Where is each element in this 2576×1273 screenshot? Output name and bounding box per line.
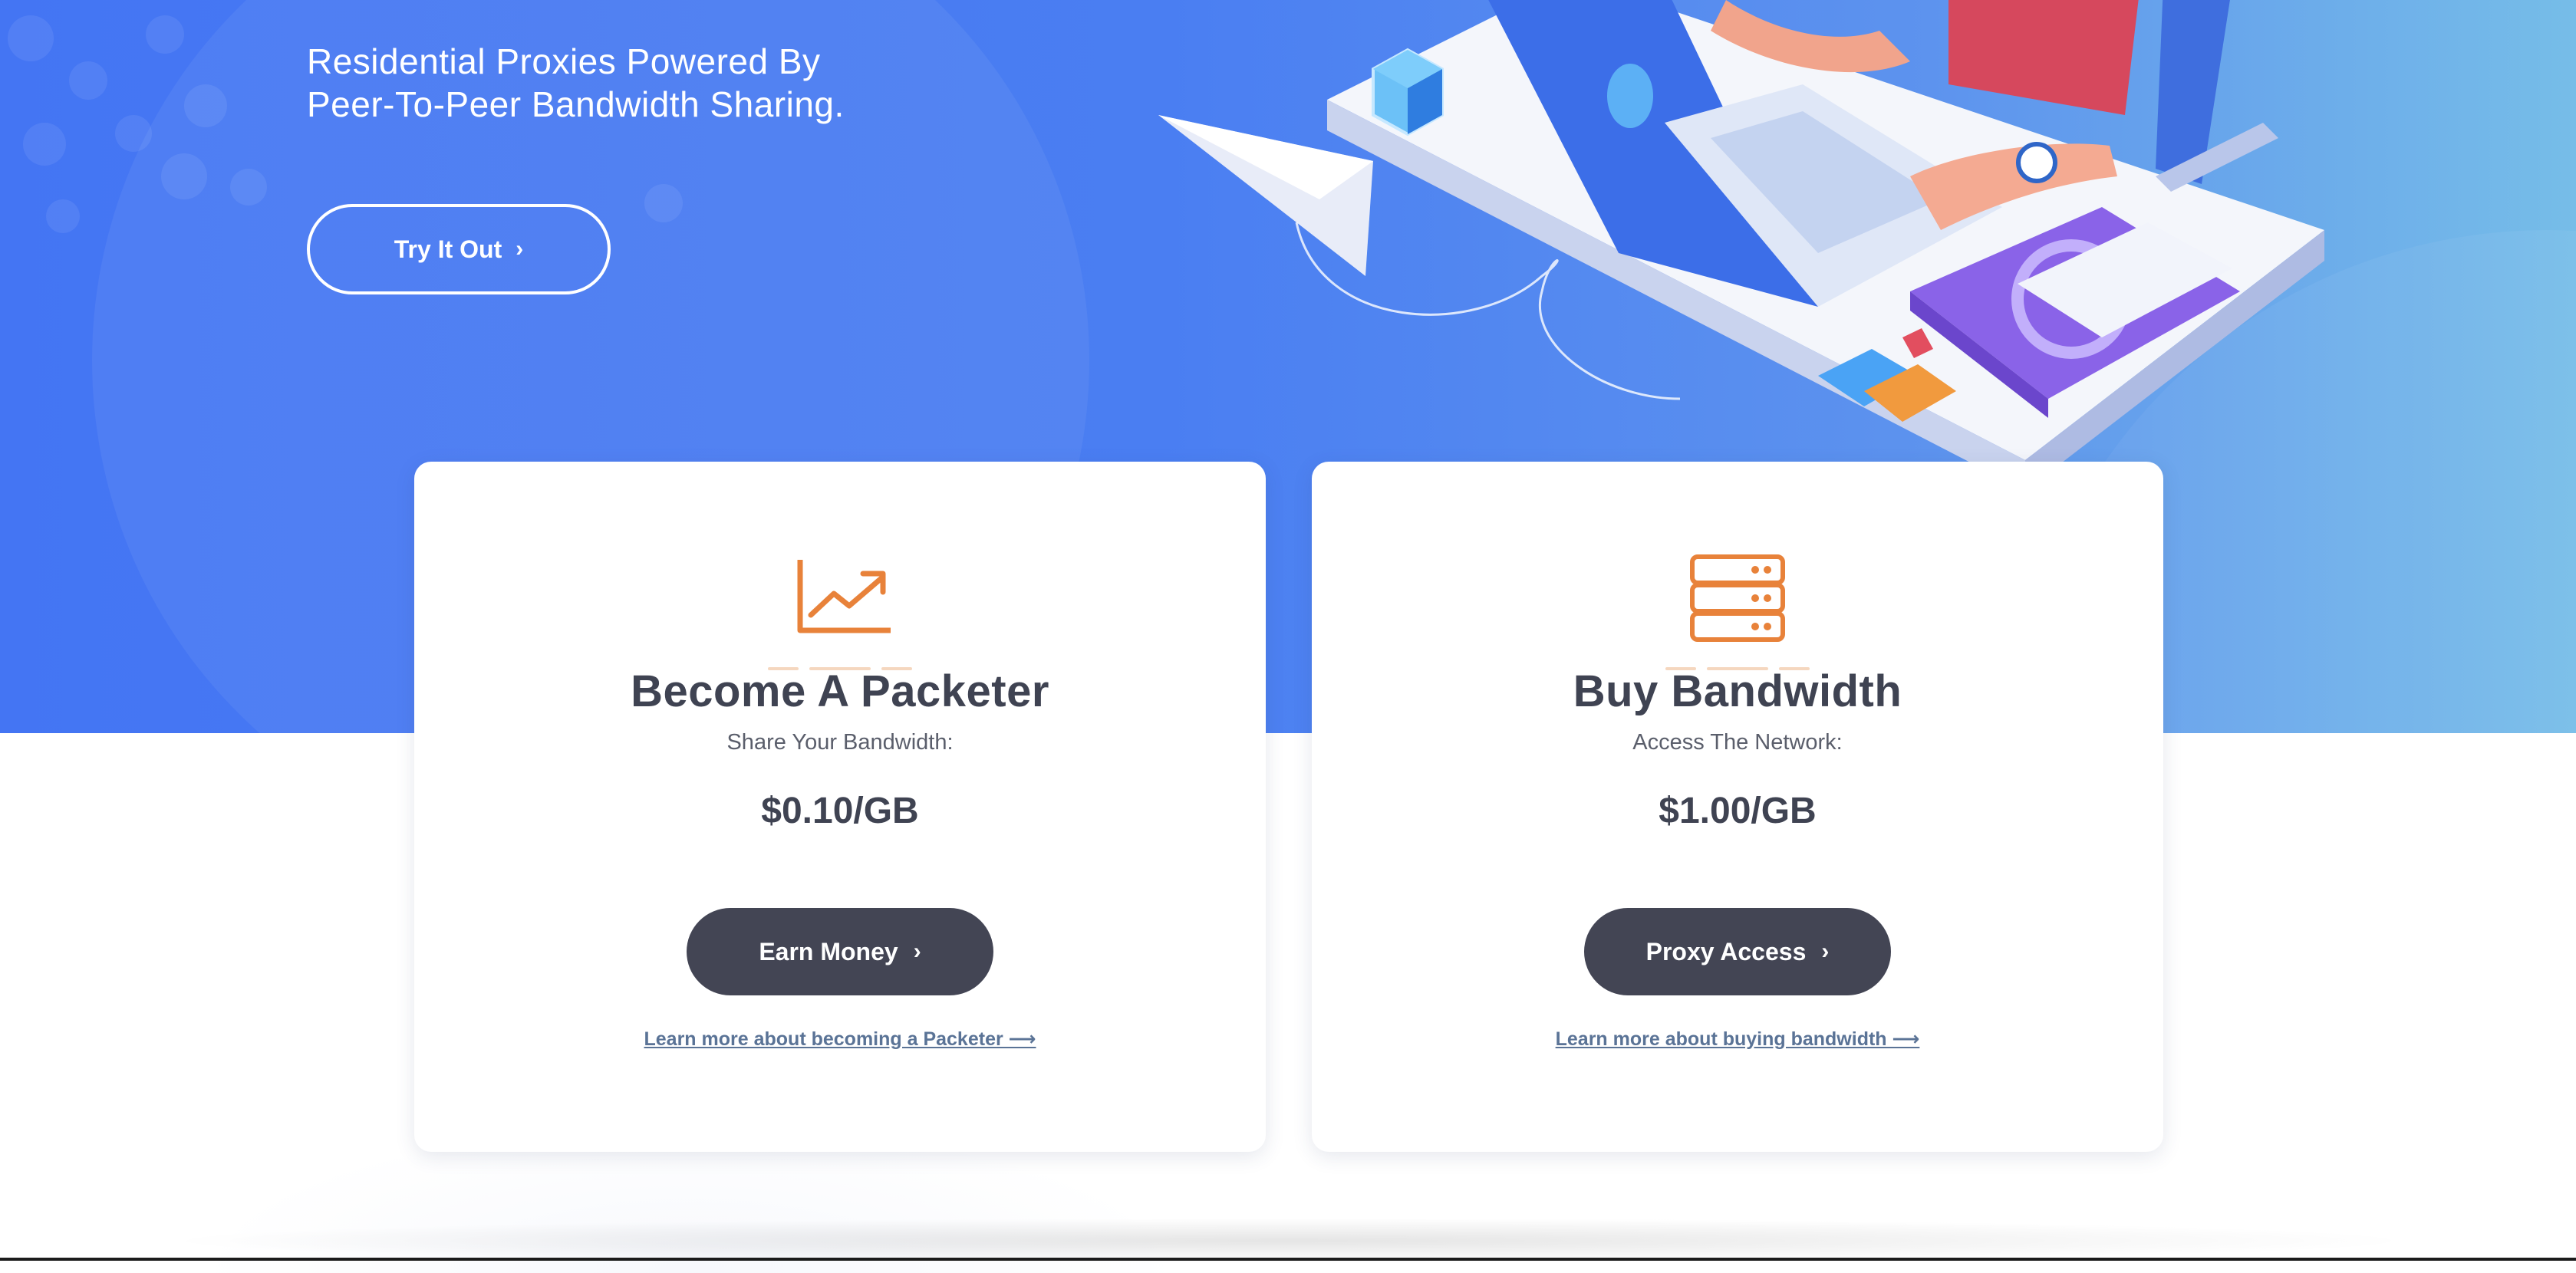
packeter-card: Become A Packeter Share Your Bandwidth: … [414, 462, 1266, 1152]
hero-decor-dot [69, 61, 107, 100]
hero-section: Residential Proxies Powered By Peer-To-P… [0, 0, 2576, 733]
chevron-right-icon: › [1821, 939, 1830, 964]
proxy-access-label: Proxy Access [1645, 937, 1807, 965]
try-it-out-label: Try It Out [394, 235, 502, 263]
card-title: Buy Bandwidth [1573, 666, 1902, 716]
hero-decor-dot [146, 15, 184, 54]
section-shadow [153, 1218, 2424, 1264]
buy-bandwidth-card: Buy Bandwidth Access The Network: $1.00/… [1312, 462, 2163, 1152]
card-subtitle: Access The Network: [1632, 730, 1843, 755]
hero-headline-line2: Peer-To-Peer Bandwidth Sharing. [307, 84, 845, 124]
card-title: Become A Packeter [631, 666, 1049, 716]
hero-decor-dot [8, 15, 54, 61]
card-price: $0.10/GB [761, 791, 919, 831]
card-price: $1.00/GB [1659, 791, 1817, 831]
trending-chart-icon [797, 560, 891, 633]
learn-more-bandwidth-link[interactable]: Learn more about buying bandwidth ⟶ [1312, 1028, 2163, 1051]
earn-money-label: Earn Money [759, 937, 898, 965]
hero-decor-dot [115, 115, 152, 152]
laptop-logo [1607, 64, 1653, 128]
proxy-access-button[interactable]: Proxy Access › [1584, 908, 1891, 995]
window-bottom-edge [0, 1258, 2576, 1261]
hero-headline: Residential Proxies Powered By Peer-To-P… [307, 40, 845, 126]
server-stack-icon [1690, 554, 1785, 642]
watch-icon [2016, 142, 2057, 183]
hero-decor-dot [230, 169, 267, 206]
hero-decor-dot [46, 199, 80, 233]
try-it-out-button[interactable]: Try It Out › [307, 204, 611, 294]
person-shirt [1948, 0, 2139, 115]
chevron-right-icon: › [913, 939, 921, 964]
chevron-right-icon: › [516, 236, 524, 262]
earn-money-button[interactable]: Earn Money › [687, 908, 993, 995]
hero-decor-dot [184, 84, 227, 127]
hero-headline-line1: Residential Proxies Powered By [307, 41, 821, 81]
workspace-illustration [1158, 0, 2324, 491]
card-subtitle: Share Your Bandwidth: [726, 730, 954, 755]
hero-decor-dot [644, 184, 683, 222]
learn-more-packeter-link[interactable]: Learn more about becoming a Packeter ⟶ [414, 1028, 1266, 1051]
hero-decor-dot [161, 153, 207, 199]
hero-decor-dot [23, 123, 66, 166]
